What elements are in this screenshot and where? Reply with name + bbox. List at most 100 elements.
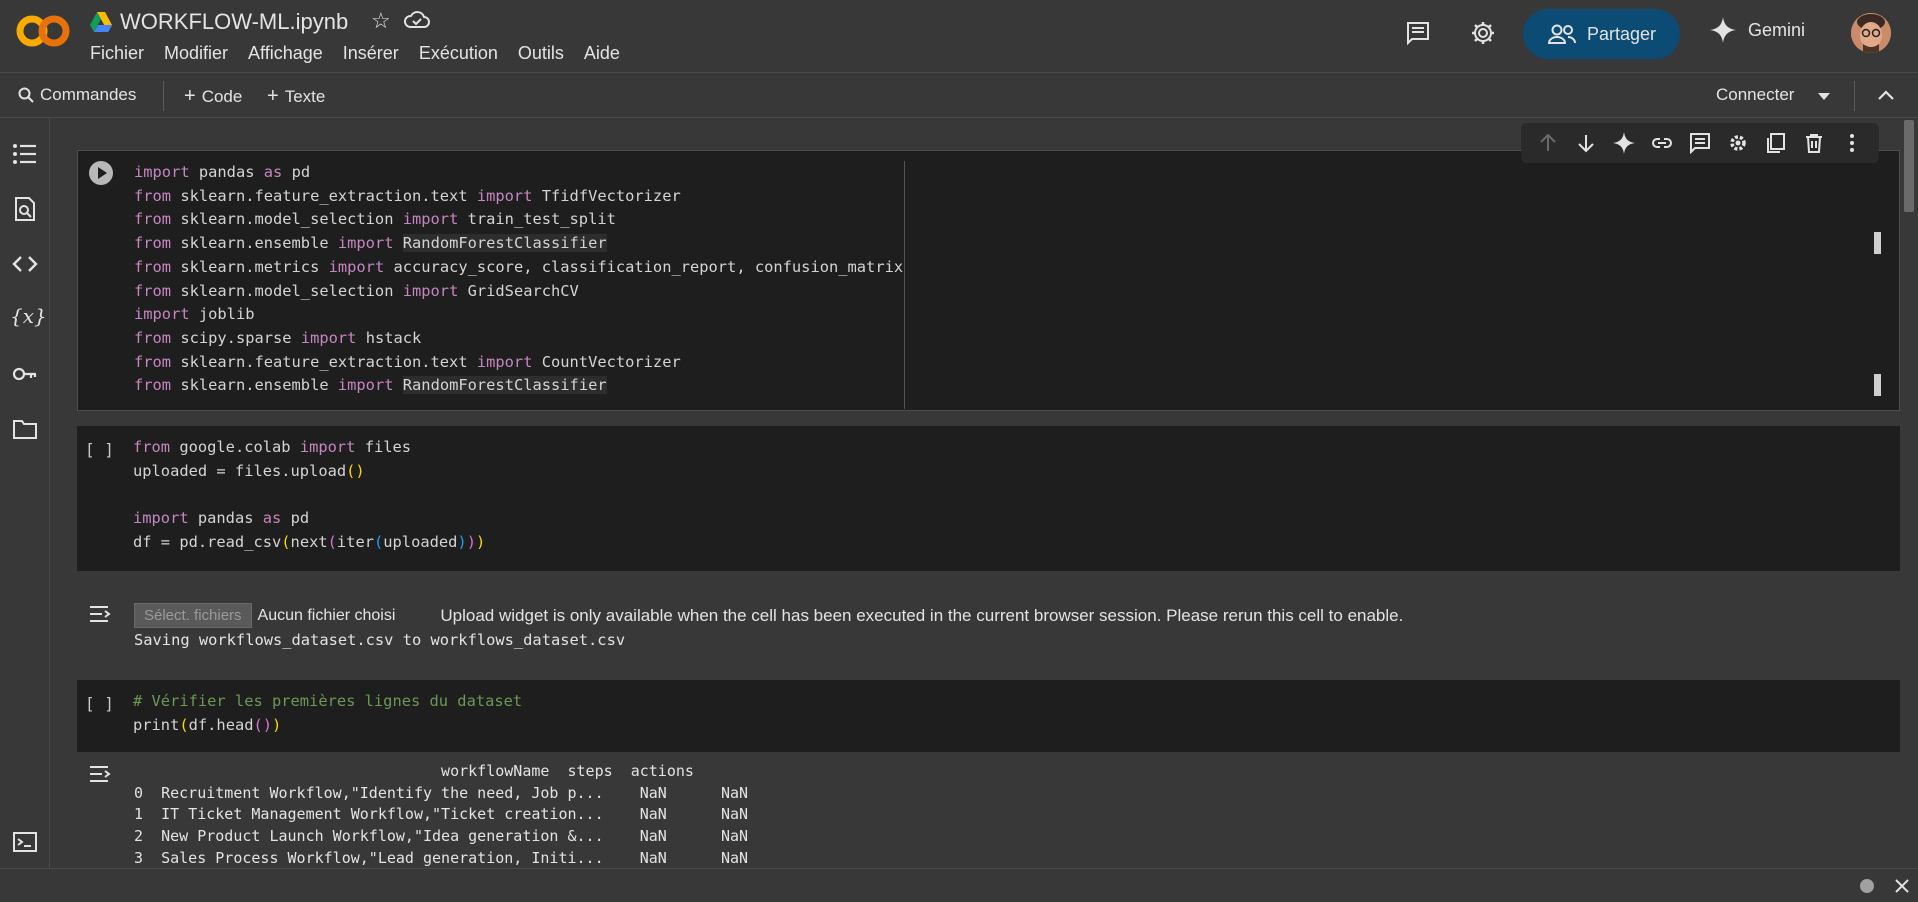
- people-icon: [1547, 24, 1576, 44]
- code-line: print(df.head()): [133, 715, 282, 734]
- connect-dropdown-icon[interactable]: [1817, 91, 1831, 101]
- cell-execution-count[interactable]: [ ]: [85, 694, 114, 713]
- toolbar-divider: [1854, 81, 1855, 111]
- gemini-sparkle-icon[interactable]: [1613, 132, 1635, 154]
- code-line: from sklearn.ensemble import RandomFores…: [134, 234, 607, 253]
- notebook-area: import pandas as pd from sklearn.feature…: [50, 118, 1902, 868]
- connect-button[interactable]: Connecter: [1716, 85, 1794, 105]
- code-line: from google.colab import files: [133, 438, 412, 456]
- code-line: from scipy.sparse import hstack: [134, 328, 422, 347]
- find-in-document-icon[interactable]: [12, 196, 38, 222]
- no-file-label: Aucun fichier choisi: [257, 606, 396, 624]
- menu-modifier[interactable]: Modifier: [164, 43, 228, 64]
- connect-label: Connecter: [1716, 85, 1795, 104]
- star-icon[interactable]: ☆: [371, 8, 391, 34]
- vertical-scrollbar[interactable]: [1902, 118, 1918, 868]
- code-cell-upload[interactable]: [ ] from google.colab import files uploa…: [77, 426, 1900, 571]
- code-cell-head[interactable]: [ ] # Vérifier les premières lignes du d…: [77, 680, 1900, 752]
- top-bar: WORKFLOW-ML.ipynb ☆ Fichier Modifier Aff…: [0, 0, 1918, 73]
- output-actions-icon[interactable]: [88, 604, 114, 626]
- move-up-arrow-icon[interactable]: [1537, 132, 1559, 154]
- drive-icon[interactable]: [90, 12, 112, 32]
- menu-execution[interactable]: Exécution: [419, 43, 498, 64]
- notebook-toolbar: Commandes + Code + Texte Connecter: [0, 73, 1918, 118]
- move-down-arrow-icon[interactable]: [1575, 132, 1597, 154]
- gemini-button[interactable]: Gemini: [1710, 17, 1805, 43]
- left-sidebar: {x}: [0, 118, 50, 868]
- minimap-marker: [1874, 374, 1881, 396]
- code-line: from sklearn.model_selection import trai…: [134, 210, 616, 229]
- menu-outils[interactable]: Outils: [518, 43, 564, 64]
- code-line: from sklearn.feature_extraction.text imp…: [134, 352, 681, 371]
- files-folder-icon[interactable]: [12, 416, 38, 442]
- close-icon[interactable]: [1894, 878, 1910, 894]
- minimap-marker: [1874, 232, 1881, 254]
- add-code-button[interactable]: + Code: [184, 85, 242, 108]
- cell-code[interactable]: import pandas as pd from sklearn.feature…: [134, 161, 903, 398]
- more-options-icon[interactable]: [1841, 132, 1863, 154]
- cloud-saved-icon[interactable]: [404, 10, 430, 30]
- link-icon[interactable]: [1651, 132, 1673, 154]
- upload-warning-text: Upload widget is only available when the…: [440, 605, 1404, 625]
- menu-inserer[interactable]: Insérer: [343, 43, 399, 64]
- code-line: import joblib: [134, 305, 255, 324]
- status-bar: [0, 868, 1918, 902]
- colab-logo[interactable]: [16, 14, 70, 48]
- gemini-label: Gemini: [1748, 19, 1806, 40]
- status-indicator-icon[interactable]: [1859, 878, 1875, 894]
- cell-action-toolbar: [1521, 123, 1879, 163]
- output-actions-icon[interactable]: [88, 764, 114, 786]
- user-avatar[interactable]: [1851, 13, 1891, 53]
- add-text-button[interactable]: + Texte: [267, 85, 325, 108]
- cell-code[interactable]: from google.colab import files uploaded …: [133, 436, 485, 555]
- code-line: from sklearn.ensemble import RandomFores…: [134, 376, 607, 395]
- toolbar-divider: [163, 81, 164, 111]
- cell-execution-count[interactable]: [ ]: [85, 440, 114, 459]
- select-files-button[interactable]: Sélect. fichiers: [134, 603, 252, 628]
- code-cell-imports[interactable]: import pandas as pd from sklearn.feature…: [77, 150, 1900, 411]
- table-of-contents-icon[interactable]: [12, 141, 38, 167]
- code-line: from sklearn.feature_extraction.text imp…: [134, 186, 681, 205]
- menu-fichier[interactable]: Fichier: [90, 43, 144, 64]
- output-row: 1 IT Ticket Management Workflow,"Ticket …: [134, 805, 749, 824]
- settings-gear-icon[interactable]: [1727, 132, 1749, 154]
- add-code-label: Code: [201, 86, 243, 106]
- search-icon: [18, 87, 34, 103]
- delete-trash-icon[interactable]: [1803, 132, 1825, 154]
- gemini-sparkle-icon: [1710, 17, 1736, 43]
- variables-icon[interactable]: {x}: [10, 304, 47, 330]
- dataframe-output: workflowName steps actions 0 Recruitment…: [134, 761, 748, 868]
- output-row: 3 Sales Process Workflow,"Lead generatio…: [134, 848, 749, 867]
- code-line: import pandas as pd: [134, 163, 311, 181]
- comment-icon[interactable]: [1405, 20, 1431, 46]
- output-row: 0 Recruitment Workflow,"Identify the nee…: [134, 783, 749, 802]
- secrets-key-icon[interactable]: [12, 361, 38, 387]
- menu-aide[interactable]: Aide: [584, 43, 620, 64]
- code-line: df = pd.read_csv(next(iter(uploaded))): [133, 532, 486, 551]
- collapse-chevron-up-icon[interactable]: [1877, 88, 1895, 102]
- plus-icon: +: [184, 85, 196, 107]
- code-comment: # Vérifier les premières lignes du datas…: [133, 692, 523, 710]
- cell-code[interactable]: # Vérifier les premières lignes du datas…: [133, 690, 522, 737]
- share-button[interactable]: Partager: [1523, 9, 1680, 59]
- code-line: from sklearn.metrics import accuracy_sco…: [134, 257, 904, 276]
- scrollbar-thumb[interactable]: [1904, 120, 1914, 212]
- menu-bar: Fichier Modifier Affichage Insérer Exécu…: [90, 43, 640, 64]
- upload-widget: Sélect. fichiers Aucun fichier choisi Up…: [134, 603, 1403, 628]
- comment-icon[interactable]: [1689, 132, 1711, 154]
- code-snippets-icon[interactable]: [12, 251, 38, 277]
- notebook-title[interactable]: WORKFLOW-ML.ipynb: [120, 9, 348, 35]
- terminal-icon[interactable]: [12, 829, 38, 855]
- output-header-row: workflowName steps actions: [134, 762, 694, 780]
- commands-label: Commandes: [40, 85, 137, 104]
- mirror-cell-icon[interactable]: [1765, 132, 1787, 154]
- commands-button[interactable]: Commandes: [18, 85, 136, 105]
- code-line: from sklearn.model_selection import Grid…: [134, 281, 579, 300]
- settings-gear-icon[interactable]: [1470, 20, 1496, 46]
- code-line: uploaded = files.upload(): [133, 461, 365, 480]
- menu-affichage[interactable]: Affichage: [248, 43, 323, 64]
- run-cell-icon[interactable]: [88, 160, 114, 186]
- share-label: Partager: [1586, 23, 1657, 44]
- saving-output-text: Saving workflows_dataset.csv to workflow…: [134, 631, 626, 649]
- code-line: import pandas as pd: [133, 509, 310, 528]
